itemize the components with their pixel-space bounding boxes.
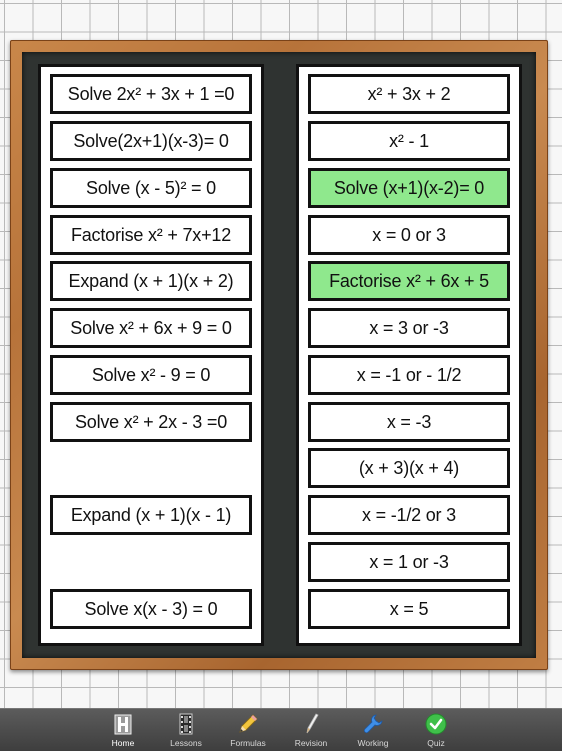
question-card[interactable]: Solve x² + 6x + 9 = 0: [50, 308, 252, 348]
tab-label: Home: [111, 738, 135, 748]
answer-card-highlighted[interactable]: Solve (x+1)(x-2)= 0: [308, 168, 510, 208]
pencil-icon: [239, 714, 258, 733]
home-icon: [114, 714, 132, 735]
bottom-tab-bar: Home Lessons Formulas Revision Working Q…: [0, 708, 562, 751]
question-card[interactable]: Solve x² - 9 = 0: [50, 355, 252, 395]
tab-label: Quiz: [427, 738, 445, 748]
answer-card[interactable]: x² - 1: [308, 121, 510, 161]
tab-lessons[interactable]: Lessons: [161, 712, 211, 750]
question-card[interactable]: Solve 2x² + 3x + 1 =0: [50, 74, 252, 114]
question-card[interactable]: Expand (x + 1)(x + 2): [50, 261, 252, 301]
tab-formulas[interactable]: Formulas: [223, 712, 273, 750]
wrench-icon: [364, 714, 383, 733]
answers-column: x² + 3x + 2 x² - 1 Solve (x+1)(x-2)= 0 x…: [296, 64, 522, 646]
question-card[interactable]: Solve (x - 5)² = 0: [50, 168, 252, 208]
question-card[interactable]: Solve x(x - 3) = 0: [50, 589, 252, 629]
tab-quiz[interactable]: Quiz: [411, 712, 461, 750]
tab-label: Formulas: [230, 738, 266, 748]
answer-card[interactable]: x = -1/2 or 3: [308, 495, 510, 535]
question-card[interactable]: Expand (x + 1)(x - 1): [50, 495, 252, 535]
tab-revision[interactable]: Revision: [286, 712, 336, 750]
answer-card[interactable]: x = 0 or 3: [308, 215, 510, 255]
answer-card[interactable]: (x + 3)(x + 4): [308, 448, 510, 488]
film-icon: [179, 713, 193, 735]
answer-card[interactable]: x = 1 or -3: [308, 542, 510, 582]
checkmark-icon: [425, 713, 447, 735]
tab-label: Working: [357, 738, 389, 748]
tab-home[interactable]: Home: [98, 712, 148, 750]
questions-column: Solve 2x² + 3x + 1 =0 Solve(2x+1)(x-3)= …: [38, 64, 264, 646]
answer-card[interactable]: x = 3 or -3: [308, 308, 510, 348]
question-card[interactable]: Factorise x² + 7x+12: [50, 215, 252, 255]
tab-label: Lessons: [170, 738, 202, 748]
tab-label: Revision: [294, 738, 328, 748]
pen-icon: [306, 713, 319, 734]
answer-card[interactable]: x² + 3x + 2: [308, 74, 510, 114]
answer-card[interactable]: x = -1 or - 1/2: [308, 355, 510, 395]
tab-working[interactable]: Working: [348, 712, 398, 750]
answer-card-highlighted[interactable]: Factorise x² + 6x + 5: [308, 261, 510, 301]
answer-card[interactable]: x = -3: [308, 402, 510, 442]
question-card[interactable]: Solve x² + 2x - 3 =0: [50, 402, 252, 442]
question-card[interactable]: Solve(2x+1)(x-3)= 0: [50, 121, 252, 161]
answer-card[interactable]: x = 5: [308, 589, 510, 629]
